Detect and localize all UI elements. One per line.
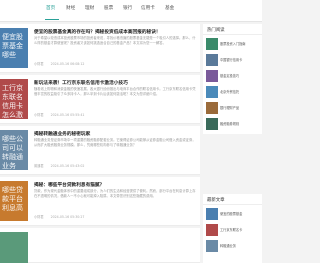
article-date: 2024-05-16 06:08:12 (50, 62, 85, 66)
article-author: 小财君 (34, 62, 44, 66)
hot-item-title[interactable]: 中国银行信用卡 (220, 57, 260, 62)
nav-item-fund[interactable]: 基金 (165, 5, 174, 11)
latest-item-title[interactable]: 工行京东联名卡 (220, 227, 260, 232)
nav-item-home[interactable]: 首页 (46, 5, 55, 11)
hot-item-thumbnail[interactable] (206, 54, 218, 66)
article-meta: 普通君 2024-05-16 05:43:02 (34, 163, 196, 168)
hot-item-thumbnail[interactable] (206, 102, 218, 114)
article-excerpt: 对于希望以较低成本投资股票市场的投资者来说，寻找价格低廉的股票基金无疑是一个吸引… (34, 36, 196, 45)
article-date: 2024-05-16 05:30:27 (50, 215, 85, 219)
thumbnail-caption: 便宜股票基金哪些 (2, 33, 23, 59)
article-author: 小财君 (34, 215, 44, 219)
hot-reading-widget: 热门阅读 股票投资入门指南 中国银行信用卡 基金定投技巧 北京外贸信托 银行理财… (203, 24, 262, 134)
thumbnail-caption: 哪些贷款平台利息高 (2, 186, 23, 212)
latest-item[interactable]: 转融通业务 (206, 238, 260, 254)
hot-item-title[interactable]: 股票投资入门指南 (220, 41, 260, 46)
latest-item-thumbnail[interactable] (206, 224, 218, 236)
article-card[interactable]: 哪些公司可以转融通业务 揭秘转融通业务的秘密玩家 转融通业务是证券市场中一项重要… (0, 126, 200, 175)
article-thumbnail[interactable]: 哪些公司可以转融通业务 (0, 130, 28, 170)
article-list: 便宜股票基金哪些 便宜的股票基金真的存在吗？揭秘投资低成本高回报的秘诀！ 对于希… (0, 24, 200, 263)
latest-item-title[interactable]: 便宜的股票基金 (220, 211, 260, 216)
nav-item-wealth[interactable]: 理财 (85, 5, 94, 11)
hot-item-title[interactable]: 融资融券规则 (220, 121, 260, 126)
article-title[interactable]: 揭秘：哪些平台贷款利息有猫腻？ (34, 182, 198, 188)
thumbnail-caption: 哪些公司可以转融通业务 (2, 135, 23, 170)
article-thumbnail[interactable] (0, 232, 28, 263)
hot-reading-title: 热门阅读 (207, 28, 225, 33)
article-card[interactable]: 哪些贷款平台利息高 揭秘：哪些平台贷款利息有猫腻？ 贷款，作为现代金融体系中的重… (0, 177, 200, 226)
latest-item-thumbnail[interactable] (206, 240, 218, 252)
nav-item-credit-card[interactable]: 信用卡 (141, 5, 155, 11)
hot-item[interactable]: 股票投资入门指南 (206, 36, 260, 52)
latest-item-thumbnail[interactable] (206, 208, 218, 220)
article-excerpt: 贷款，作为现代金融体系中的重要组成部分，为人们的生活和经营提供了便利。然而，部分… (34, 189, 196, 198)
article-date: 2024-05-16 05:55:41 (50, 113, 85, 117)
nav-item-finance[interactable]: 财经 (66, 5, 75, 11)
article-card[interactable]: 工行京东联名信用卡怎么激活 新玩法来袭！工行京东联名信用卡激活小技巧 随着线上购… (0, 75, 200, 124)
divider (203, 34, 262, 35)
article-excerpt: 随着线上购物和消费金融的快速发展，各大银行纷纷推出与电商平台合作的联名信用卡。工… (34, 87, 196, 96)
article-meta: 小财君 2024-05-16 05:55:41 (34, 112, 196, 117)
hot-item-title[interactable]: 银行理财产品 (220, 105, 260, 110)
latest-articles-title: 最新文章 (207, 198, 225, 203)
nav-active-indicator (45, 19, 59, 21)
article-title[interactable]: 便宜的股票基金真的存在吗？揭秘投资低成本高回报的秘诀！ (34, 29, 198, 35)
hot-item[interactable]: 银行理财产品 (206, 100, 260, 116)
hot-item[interactable]: 基金定投技巧 (206, 68, 260, 84)
article-excerpt: 转融通业务是证券市场中一项重要的融资融券配套业务。它使得证券公司能够从证券金融公… (34, 138, 196, 147)
article-author: 小财君 (34, 113, 44, 117)
hot-item-thumbnail[interactable] (206, 86, 218, 98)
hot-item-title[interactable]: 基金定投技巧 (220, 73, 260, 78)
hot-item-title[interactable]: 北京外贸信托 (220, 89, 260, 94)
article-meta: 小财君 2024-05-16 05:30:27 (34, 214, 196, 219)
divider (203, 204, 262, 205)
hot-item[interactable]: 中国银行信用卡 (206, 52, 260, 68)
article-author: 普通君 (34, 164, 44, 168)
hot-item-thumbnail[interactable] (206, 118, 218, 130)
hot-item[interactable]: 融资融券规则 (206, 116, 260, 132)
article-title[interactable]: 新玩法来袭！工行京东联名信用卡激活小技巧 (34, 80, 198, 86)
article-meta: 小财君 2024-05-16 06:08:12 (34, 61, 196, 66)
latest-articles-widget: 最新文章 便宜的股票基金 工行京东联名卡 转融通业务 (203, 194, 262, 263)
latest-item[interactable]: 工行京东联名卡 (206, 222, 260, 238)
article-thumbnail[interactable]: 工行京东联名信用卡怎么激活 (0, 79, 28, 119)
nav-item-bank[interactable]: 银行 (123, 5, 132, 11)
hot-item-thumbnail[interactable] (206, 38, 218, 50)
article-title[interactable]: 揭秘转融通业务的秘密玩家 (34, 131, 198, 137)
article-card[interactable] (0, 228, 200, 263)
article-date: 2024-05-16 05:43:02 (50, 164, 85, 168)
article-thumbnail[interactable]: 便宜股票基金哪些 (0, 28, 28, 68)
article-thumbnail[interactable]: 哪些贷款平台利息高 (0, 181, 28, 221)
hot-item[interactable]: 北京外贸信托 (206, 84, 260, 100)
latest-item[interactable]: 便宜的股票基金 (206, 206, 260, 222)
hot-item-thumbnail[interactable] (206, 70, 218, 82)
thumbnail-caption: 工行京东联名信用卡怎么激活 (2, 84, 23, 119)
article-card[interactable]: 便宜股票基金哪些 便宜的股票基金真的存在吗？揭秘投资低成本高回报的秘诀！ 对于希… (0, 24, 200, 73)
nav-item-stocks[interactable]: 股票 (104, 5, 113, 11)
top-nav: 首页 财经 理财 股票 银行 信用卡 基金 (0, 0, 262, 22)
latest-item-title[interactable]: 转融通业务 (220, 243, 260, 248)
